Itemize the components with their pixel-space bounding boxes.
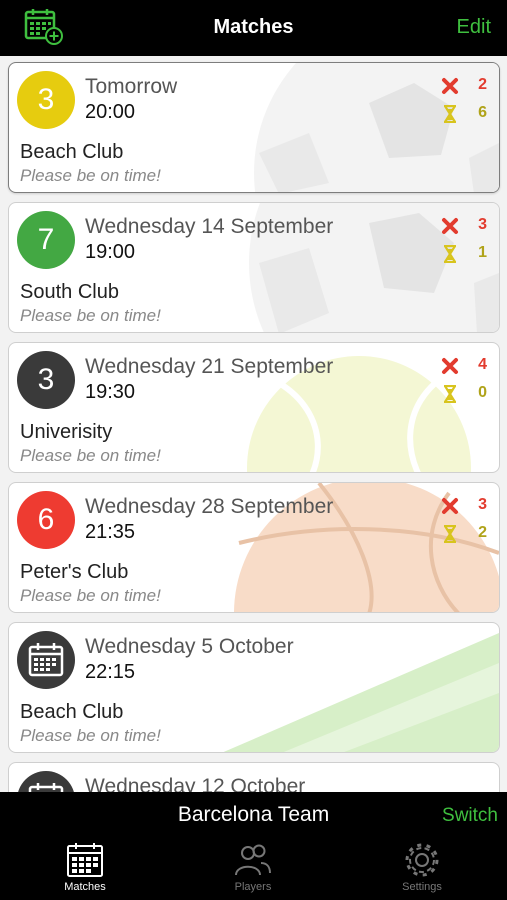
match-venue: Beach Club <box>20 141 124 163</box>
declined-count-value: 3 <box>478 496 487 513</box>
match-number-badge: 7 <box>17 211 75 269</box>
calendar-icon <box>67 843 103 877</box>
match-calendar-badge <box>17 631 75 689</box>
match-card[interactable]: 6 Wednesday 28 September 21:35 Peter's C… <box>8 482 500 613</box>
hourglass-icon <box>444 525 456 543</box>
pending-count-value: 0 <box>478 384 487 401</box>
pending-count-value: 1 <box>478 244 487 261</box>
calendar-icon <box>28 643 64 677</box>
match-venue: Beach Club <box>20 701 124 723</box>
declined-count-value: 2 <box>478 76 487 93</box>
match-time: 22:15 <box>85 661 136 683</box>
match-card[interactable]: 3 Tomorrow 20:00 Beach Club Please be on… <box>8 62 500 193</box>
match-time: 20:00 <box>85 101 136 123</box>
pending-count: 1 <box>441 243 487 265</box>
declined-count-value: 3 <box>478 216 487 233</box>
match-venue: Peter's Club <box>20 561 129 583</box>
match-time: 21:35 <box>85 521 136 543</box>
pending-count: 0 <box>441 383 487 405</box>
match-number-badge: 6 <box>17 491 75 549</box>
match-venue: South Club <box>20 281 119 303</box>
match-time: 19:30 <box>85 381 136 403</box>
calendar-icon <box>28 783 64 792</box>
match-note: Please be on time! <box>20 726 161 745</box>
match-note: Please be on time! <box>20 446 161 465</box>
tab-matches-label: Matches <box>64 881 106 893</box>
red-x-icon <box>442 498 458 514</box>
match-card[interactable]: 3 Wednesday 21 September 19:30 Univerisi… <box>8 342 500 473</box>
hourglass-icon <box>444 385 456 403</box>
match-date: Wednesday 21 September <box>85 355 334 378</box>
team-bar: Barcelona Team Switch <box>0 792 507 838</box>
match-note: Please be on time! <box>20 306 161 325</box>
match-date: Wednesday 28 September <box>85 495 334 518</box>
match-note: Please be on time! <box>20 166 161 185</box>
match-date: Wednesday 14 September <box>85 215 334 238</box>
pending-count: 6 <box>441 103 487 125</box>
navigation-bar: Matches Edit <box>0 0 507 56</box>
pending-count-value: 2 <box>478 524 487 541</box>
switch-team-button[interactable]: Switch <box>442 805 498 827</box>
tab-players-label: Players <box>234 881 272 893</box>
match-number-badge: 3 <box>17 71 75 129</box>
tab-settings-label: Settings <box>402 881 442 893</box>
declined-count: 3 <box>441 215 487 237</box>
tab-bar: Matches Players Settings <box>0 838 507 900</box>
players-icon <box>235 844 271 876</box>
match-card[interactable]: 7 Wednesday 14 September 19:00 South Clu… <box>8 202 500 333</box>
match-card[interactable]: Wednesday 5 October 22:15 Beach Club Ple… <box>8 622 500 753</box>
tab-players[interactable]: Players <box>203 842 303 900</box>
tab-matches[interactable]: Matches <box>35 842 135 900</box>
red-x-icon <box>442 358 458 374</box>
declined-count: 4 <box>441 355 487 377</box>
tab-settings[interactable]: Settings <box>372 842 472 900</box>
match-note: Please be on time! <box>20 586 161 605</box>
red-x-icon <box>442 78 458 94</box>
match-date: Wednesday 12 October <box>85 775 306 792</box>
red-x-icon <box>442 218 458 234</box>
hourglass-icon <box>444 105 456 123</box>
match-list[interactable]: 3 Tomorrow 20:00 Beach Club Please be on… <box>0 56 507 792</box>
gear-icon <box>405 843 439 877</box>
edit-button[interactable]: Edit <box>457 16 491 39</box>
match-time: 19:00 <box>85 241 136 263</box>
match-date: Wednesday 5 October <box>85 635 294 658</box>
pending-count: 2 <box>441 523 487 545</box>
match-card[interactable]: Wednesday 12 October <box>8 762 500 792</box>
team-name: Barcelona Team <box>177 803 330 826</box>
match-number-badge: 3 <box>17 351 75 409</box>
declined-count-value: 4 <box>478 356 487 373</box>
match-venue: Univerisity <box>20 421 113 443</box>
match-date: Tomorrow <box>85 75 178 98</box>
match-calendar-badge <box>17 771 75 792</box>
pending-count-value: 6 <box>478 104 487 121</box>
declined-count: 3 <box>441 495 487 517</box>
page-title: Matches <box>213 16 294 38</box>
hourglass-icon <box>444 245 456 263</box>
declined-count: 2 <box>441 75 487 97</box>
